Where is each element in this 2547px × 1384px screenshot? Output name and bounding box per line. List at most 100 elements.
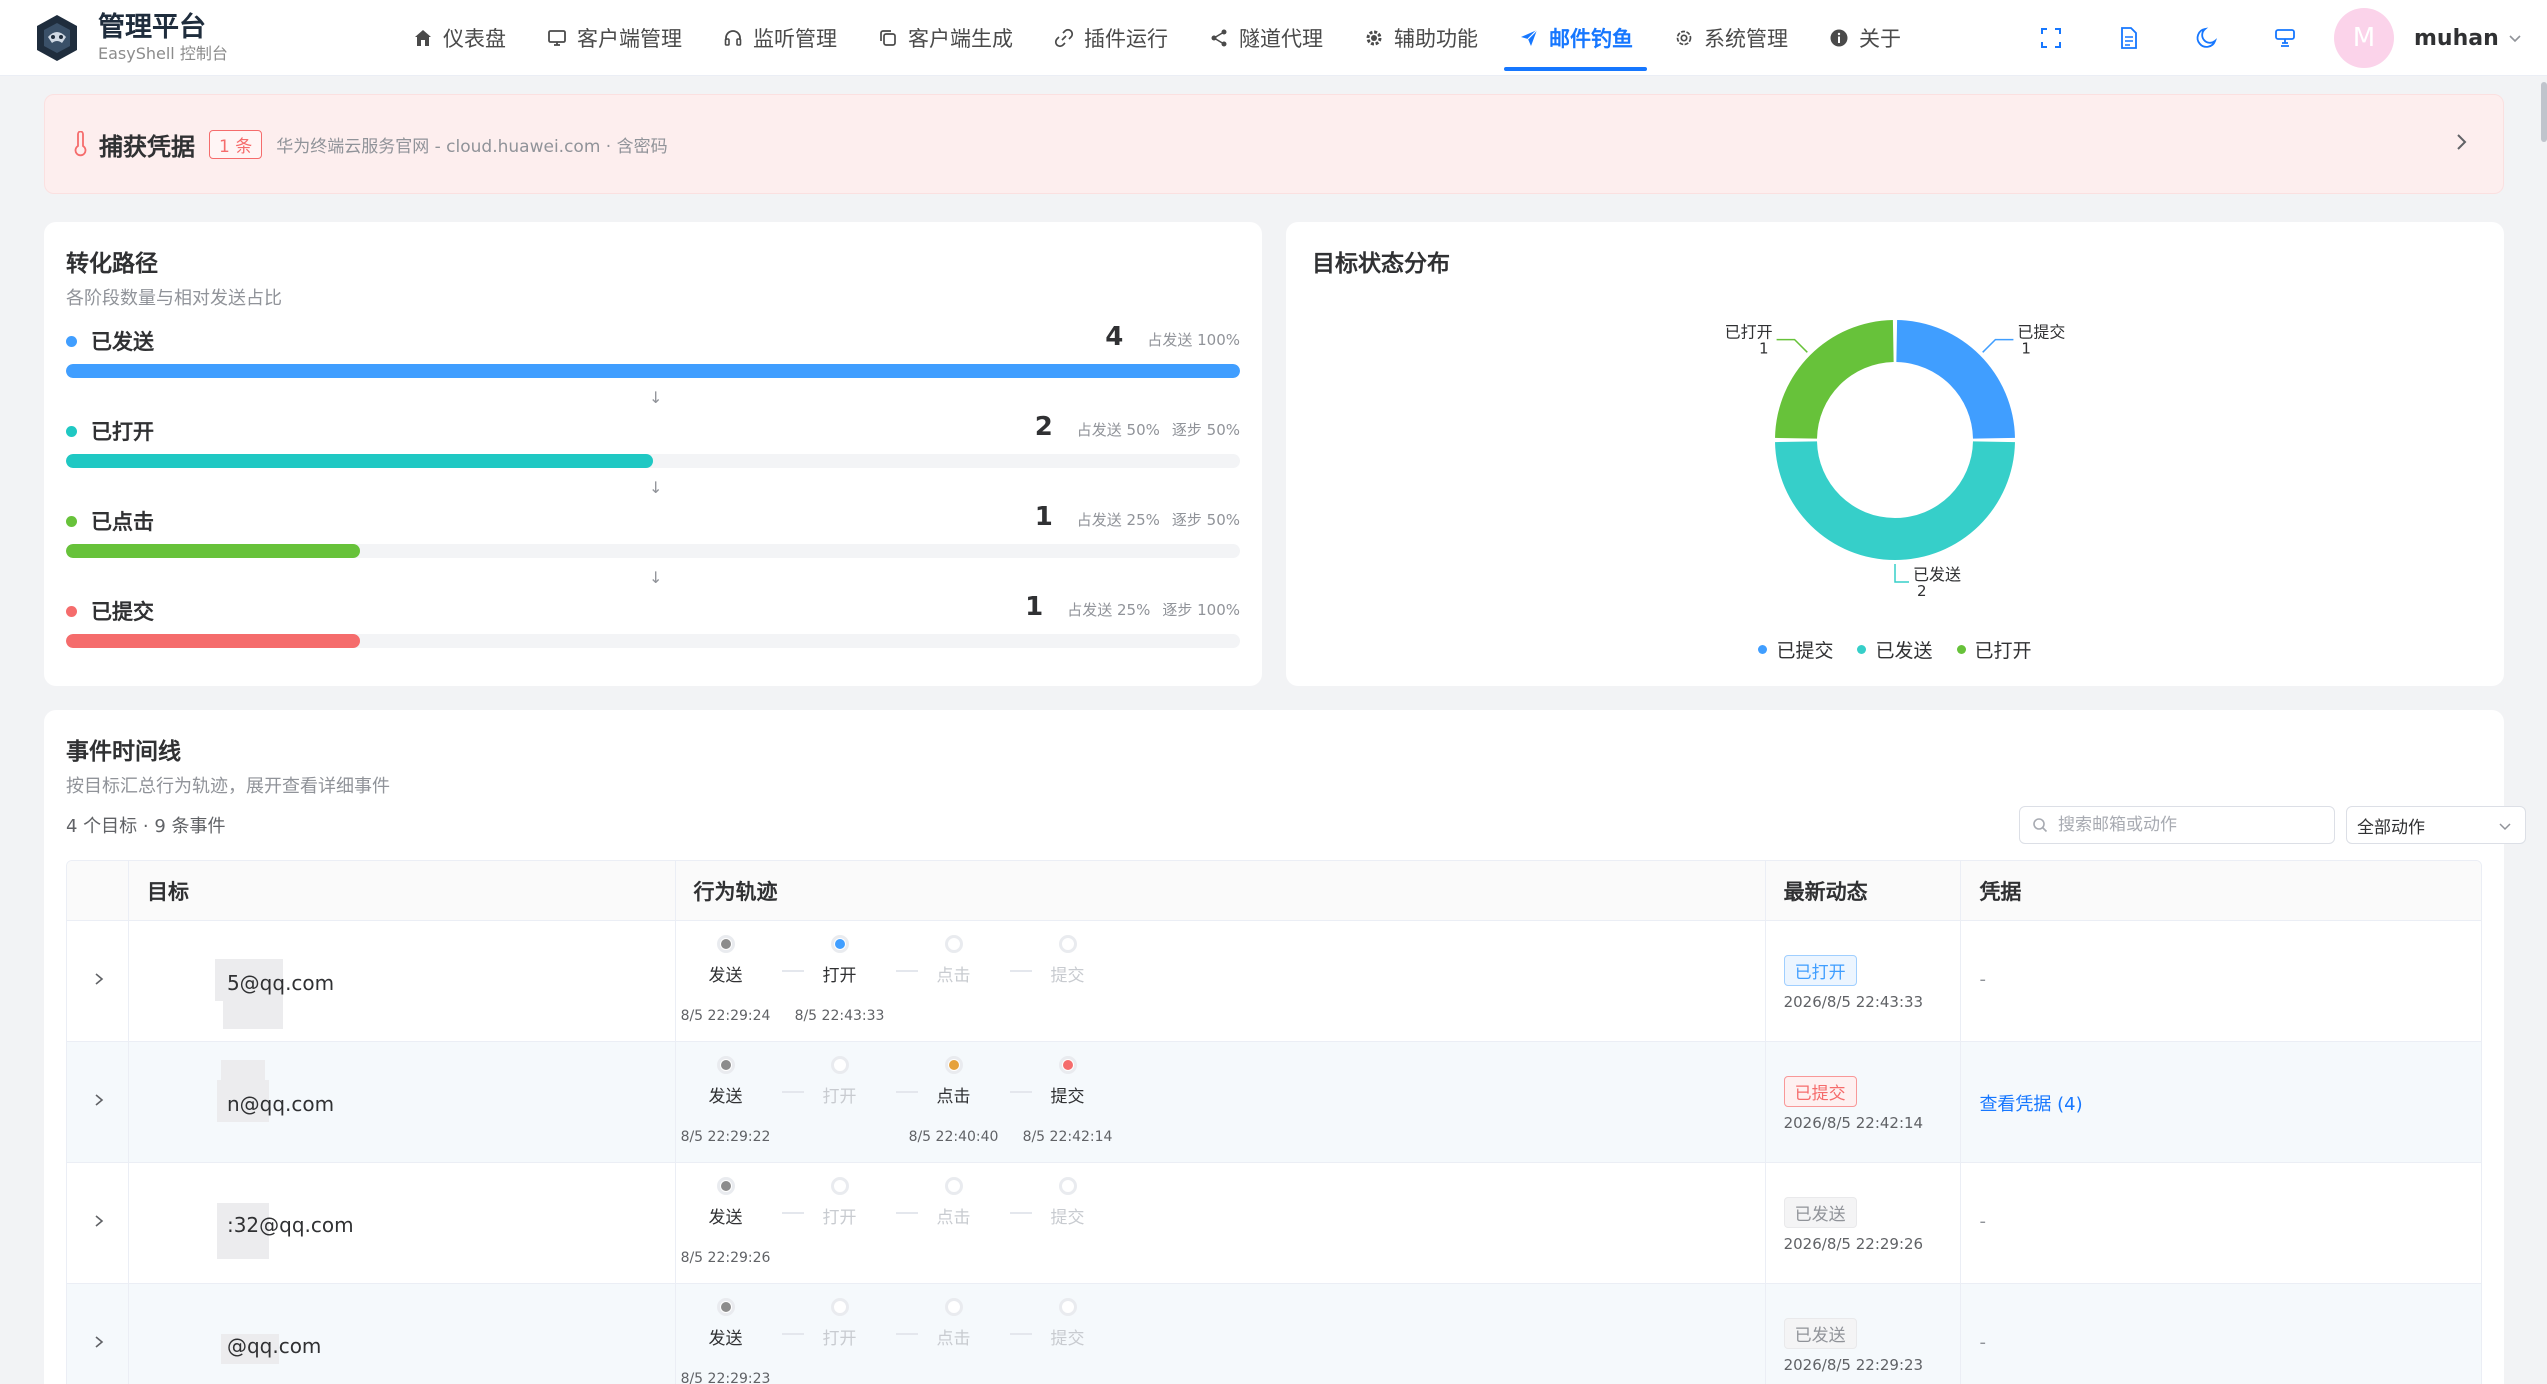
- latest-cell: 已提交 2026/8/5 22:42:14: [1766, 1042, 1962, 1163]
- step-core: [720, 1060, 731, 1070]
- chevron-right-icon[interactable]: [92, 1090, 106, 1110]
- stage-label: 已提交: [66, 596, 154, 626]
- nav-label: 系统管理: [1704, 27, 1788, 51]
- stage-dot: [66, 605, 77, 617]
- credential-empty: -: [1979, 1332, 1986, 1353]
- nav-label: 客户端生成: [908, 27, 1013, 51]
- chevron-right-icon[interactable]: [2453, 131, 2469, 153]
- trail-step: 打开: [800, 1056, 880, 1129]
- nav-about[interactable]: 关于: [1810, 15, 1919, 61]
- step-label: 提交: [1050, 966, 1085, 986]
- page-scrollbar[interactable]: [2541, 82, 2547, 142]
- leader-line: [1982, 338, 2014, 353]
- down-arrow-icon: ↓: [649, 478, 663, 497]
- nav-assist[interactable]: 辅助功能: [1345, 15, 1496, 61]
- slice-submitted[interactable]: [1896, 320, 2015, 439]
- chevron-right-icon[interactable]: [92, 1332, 106, 1352]
- slice-value: 2: [1917, 582, 1927, 600]
- nav-client-gen[interactable]: 客户端生成: [859, 15, 1031, 61]
- status-distribution-card: 目标状态分布 已提交 1 已发送 2 已打开 1 已提交 已发送 已打开: [1286, 222, 2504, 686]
- legend-label: 已提交: [1776, 640, 1834, 662]
- latest-cell: 已打开 2026/8/5 22:43:33: [1766, 921, 1962, 1042]
- stage-percent: 占发送 25%: [1076, 511, 1160, 529]
- nav-tunnel[interactable]: 隧道代理: [1190, 15, 1341, 61]
- target-cell: :32@qq.com: [129, 1163, 676, 1284]
- header-trail: 行为轨迹: [676, 861, 1766, 920]
- step-node: [1058, 935, 1077, 953]
- banner-title: 捕获凭据: [99, 132, 195, 161]
- theme-toggle-button[interactable]: [2168, 15, 2246, 61]
- expand-cell: [67, 1284, 129, 1384]
- timeline-title: 事件时间线: [66, 739, 181, 765]
- stage-count: 2: [1034, 412, 1053, 442]
- captured-credentials-banner[interactable]: 捕获凭据 1 条 华为终端云服务官网 - cloud.huawei.com · …: [44, 94, 2504, 194]
- funnel-stage: 已提交 1 占发送 25% 逐步 100%: [66, 592, 1240, 656]
- nav-clients[interactable]: 客户端管理: [528, 15, 700, 61]
- step-label: 打开: [822, 1329, 857, 1349]
- timeline-table: 目标 行为轨迹 最新动态 凭据 5@qq.com 发送 8/5 22:29:24 打开…: [66, 860, 2482, 1384]
- target-email: @qq.com: [226, 1334, 322, 1358]
- view-credentials-link[interactable]: 查看凭据 (4): [1979, 1090, 2082, 1116]
- step-time: 8/5 22:29:23: [680, 1371, 771, 1384]
- search-input[interactable]: [2058, 815, 2318, 835]
- palette-icon: [2275, 29, 2295, 47]
- step-node: [716, 1298, 735, 1316]
- step-label: 打开: [822, 1208, 857, 1228]
- trail-cell: 发送 8/5 22:29:23 打开 点击 提交: [676, 1284, 1766, 1384]
- stage-percent: 占发送 100%: [1147, 331, 1240, 349]
- legend-swatch: [1857, 645, 1867, 654]
- top-header: 管理平台 EasyShell 控制台 仪表盘 客户端管理 监听管理 客户端生成 …: [0, 0, 2547, 76]
- user-menu[interactable]: M muhan: [2334, 6, 2523, 70]
- slice-sent[interactable]: [1775, 441, 2015, 561]
- username: muhan: [2414, 25, 2499, 51]
- nav-phishing[interactable]: 邮件钓鱼: [1500, 15, 1651, 71]
- credential-cell: -: [1961, 1163, 2481, 1284]
- donut-chart: 已提交1已发送2已打开1: [1725, 320, 2065, 600]
- chevron-right-icon[interactable]: [92, 1211, 106, 1231]
- chevron-right-icon[interactable]: [92, 969, 106, 989]
- down-arrow-icon: ↓: [649, 388, 663, 407]
- brand[interactable]: 管理平台 EasyShell 控制台: [32, 8, 228, 68]
- stage-bar-track: [66, 634, 1240, 648]
- nav-system[interactable]: 系统管理: [1655, 15, 1806, 61]
- action-filter-select[interactable]: 全部动作: [2346, 806, 2526, 844]
- logo-icon: [37, 15, 77, 61]
- search-box: [2019, 806, 2335, 844]
- brand-subtitle: EasyShell 控制台: [98, 44, 228, 63]
- fullscreen-button[interactable]: [2012, 15, 2090, 61]
- funnel-stage: 已发送 4 占发送 100%: [66, 322, 1240, 386]
- credential-cell: -: [1961, 1284, 2481, 1384]
- legend-item-sent[interactable]: 已发送: [1857, 636, 1933, 663]
- settings-icon: [1673, 27, 1695, 49]
- nav-listeners[interactable]: 监听管理: [704, 15, 855, 61]
- trail-step: 提交: [1028, 935, 1108, 1008]
- step-node: [716, 1177, 735, 1195]
- stage-bar-track: [66, 544, 1240, 558]
- step-label: 发送: [708, 1208, 743, 1228]
- header-latest: 最新动态: [1766, 861, 1962, 920]
- stage-dot: [66, 335, 77, 347]
- count-badge: 1 条: [209, 129, 263, 159]
- latest-cell: 已发送 2026/8/5 22:29:26: [1766, 1163, 1962, 1284]
- stage-label: 已点击: [66, 506, 154, 536]
- redaction-mask: [220, 1060, 265, 1080]
- nav-plugins[interactable]: 插件运行: [1035, 15, 1186, 61]
- legend-item-submitted[interactable]: 已提交: [1758, 636, 1833, 663]
- table-row[interactable]: n@qq.com 发送 8/5 22:29:22 打开 点击 8/5 22:40:40 提交…: [67, 1042, 2481, 1163]
- nav-dashboard[interactable]: 仪表盘: [394, 15, 524, 61]
- table-row[interactable]: :32@qq.com 发送 8/5 22:29:26 打开 点击 提交 已发送 2026/8/…: [67, 1163, 2481, 1284]
- stage-count: 1: [1034, 502, 1053, 532]
- timeline-subtitle: 按目标汇总行为轨迹，展开查看详细事件: [66, 776, 390, 797]
- docs-button[interactable]: [2090, 15, 2168, 61]
- step-node: [944, 1298, 963, 1316]
- skin-button[interactable]: [2246, 15, 2324, 61]
- table-row[interactable]: @qq.com 发送 8/5 22:29:23 打开 点击 提交 已发送 2026/8/5 2…: [67, 1284, 2481, 1384]
- stage-bar-fill: [66, 544, 360, 558]
- table-row[interactable]: 5@qq.com 发送 8/5 22:29:24 打开 8/5 22:43:33 点击 提交…: [67, 921, 2481, 1042]
- slice-opened[interactable]: [1775, 320, 1894, 439]
- trail-cell: 发送 8/5 22:29:22 打开 点击 8/5 22:40:40 提交 8/5 22:4…: [676, 1042, 1766, 1163]
- trail-step: 点击: [914, 1177, 994, 1250]
- trail-step: 打开: [800, 1177, 880, 1250]
- legend-item-opened[interactable]: 已打开: [1956, 636, 2032, 663]
- step-node: [830, 1298, 849, 1316]
